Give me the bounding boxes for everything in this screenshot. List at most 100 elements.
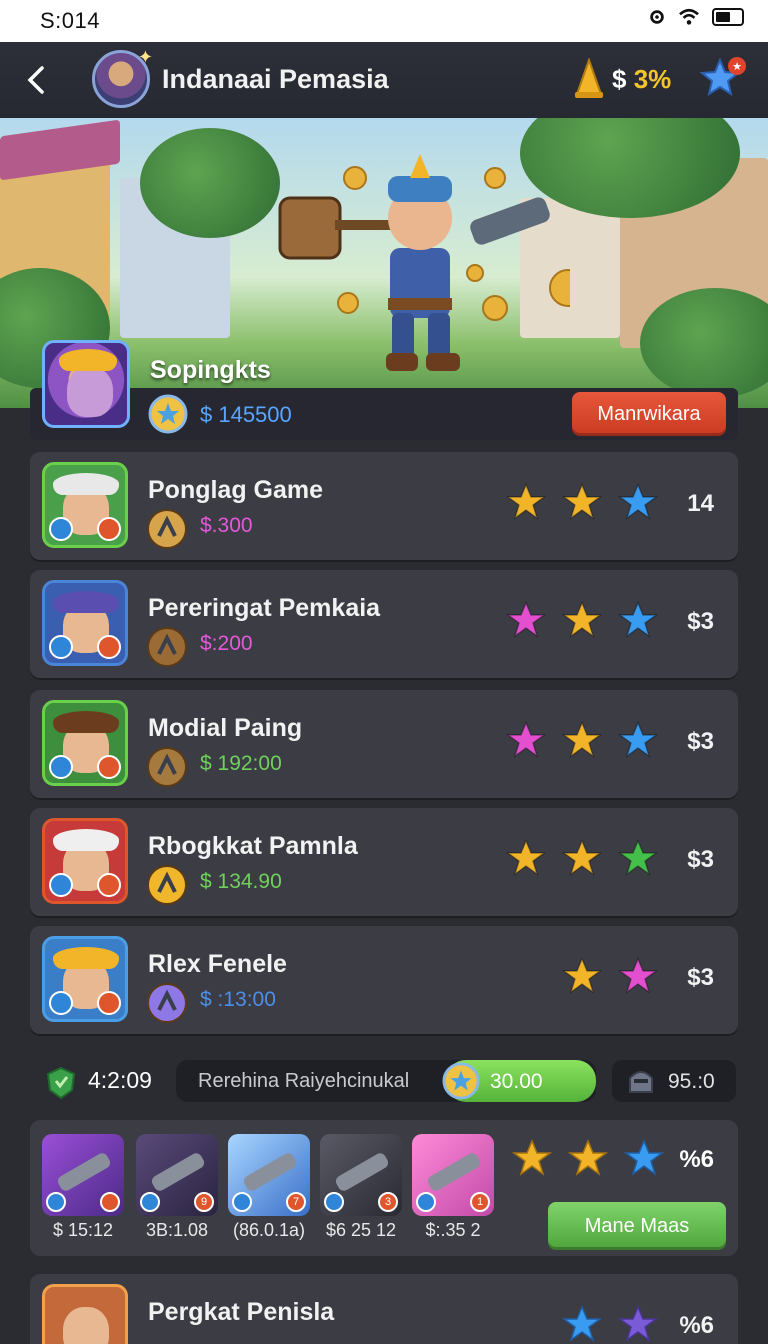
featured-amount: $ 145500 (200, 402, 292, 427)
item-name: Pereringat Pemkaia (148, 594, 381, 622)
settings-status-icon (650, 10, 664, 24)
blue-star-icon (624, 1139, 664, 1176)
player-avatar[interactable]: ✦ (92, 47, 153, 108)
item-price: $ :13:00 (200, 988, 276, 1011)
weapon-shape (333, 1151, 391, 1193)
item-name: Rbogkkat Pamnla (148, 832, 358, 860)
currency-display: $ 3% (612, 64, 671, 95)
featured-action-button[interactable]: Manrwikara (572, 392, 726, 436)
class-badge-icon (49, 755, 73, 779)
coin-icon (147, 865, 187, 905)
trophy-cone-icon (575, 58, 603, 98)
coin-icon (147, 627, 187, 667)
item-thumbnail[interactable]: $ 15:12 (42, 1134, 124, 1241)
status-bar: S:014 (0, 0, 768, 42)
rating-stars (506, 720, 658, 760)
top-header: ✦ Indanaai Pemasia $ 3% ★ (0, 42, 768, 118)
item-price: $.300 (200, 514, 253, 537)
item-value: 14 (687, 490, 714, 517)
gold-star-icon (506, 483, 546, 520)
sparkle-icon: ✦ (137, 47, 153, 67)
event-timer-bar: 4:2:09 Rerehina Raiyehcinukal 30.00 95.:… (30, 1058, 738, 1104)
coin-icon (147, 983, 187, 1023)
character-avatar (42, 936, 128, 1022)
class-badge-icon (232, 1192, 252, 1212)
item-value: %6 (679, 1312, 714, 1339)
hero-character-illustration (278, 154, 570, 371)
class-badge-icon (140, 1192, 160, 1212)
level-badge: 7 (286, 1192, 306, 1212)
progress-value: 30.00 (490, 1070, 543, 1093)
weapon-shape (425, 1151, 483, 1193)
rating-stars (562, 1304, 658, 1344)
skill-badge-icon (97, 517, 121, 541)
level-badge: 9 (194, 1192, 214, 1212)
status-time: S:014 (40, 8, 100, 33)
event-progress-bar: Rerehina Raiyehcinukal 30.00 (176, 1060, 596, 1102)
list-item[interactable]: Modial Paing $ 192:00 $3 (30, 690, 738, 798)
weapon-shape (55, 1151, 113, 1193)
character-avatar (42, 462, 128, 548)
page-title: Indanaai Pemasia (162, 64, 389, 94)
blue-star-icon (618, 483, 658, 520)
coin-icon (147, 747, 187, 787)
item-caption: 3B:1.08 (145, 1220, 209, 1240)
currency-symbol: $ (612, 64, 627, 94)
character-crown (59, 349, 117, 371)
stat-box: 95.:0 (612, 1060, 736, 1102)
list-item[interactable]: Pereringat Pemkaia $:200 $3 (30, 570, 738, 678)
stat-value: 95.:0 (668, 1070, 715, 1093)
item-thumbnail[interactable]: 1 $:.35 2 (412, 1134, 494, 1241)
featured-name: Sopingkts (150, 356, 271, 384)
item-price: $:200 (200, 632, 253, 655)
item-value: $3 (687, 728, 714, 755)
items-panel: $ 15:12 9 3B:1.08 7 (86.0.1a) 3 $6 25 12 (30, 1120, 738, 1256)
gold-star-icon (506, 839, 546, 876)
knight-helmet-icon (629, 1071, 653, 1093)
featured-avatar[interactable] (42, 340, 130, 428)
item-value: $3 (687, 846, 714, 873)
skill-badge-icon (97, 991, 121, 1015)
class-badge-icon (416, 1192, 436, 1212)
item-price: $ 192:00 (200, 752, 282, 775)
blue-star-icon (618, 601, 658, 638)
gold-star-icon (512, 1139, 552, 1176)
wifi-icon (679, 8, 699, 25)
item-thumbnail[interactable]: 3 $6 25 12 (320, 1134, 402, 1241)
item-name: Rlex Fenele (148, 950, 287, 978)
weapon-shape (149, 1151, 207, 1193)
weapon-image: 7 (228, 1134, 310, 1216)
item-value: $3 (687, 608, 714, 635)
back-arrow-icon[interactable] (20, 60, 56, 100)
item-thumbnail[interactable]: 7 (86.0.1a) (228, 1134, 310, 1241)
item-thumbnail[interactable]: 9 3B:1.08 (136, 1134, 218, 1241)
item-value: $3 (687, 964, 714, 991)
currency-value: 3% (633, 64, 672, 94)
list-item[interactable]: Ponglag Game $.300 14 (30, 452, 738, 560)
shield-icon (46, 1066, 76, 1100)
character-face (67, 367, 113, 417)
pink-star-icon (506, 601, 546, 638)
item-caption: $6 25 12 (325, 1220, 397, 1240)
list-item[interactable]: Rbogkkat Pamnla $ 134.90 $3 (30, 808, 738, 916)
skill-badge-icon (97, 873, 121, 897)
purple-star-icon (618, 1305, 658, 1342)
list-item[interactable]: Rlex Fenele $ :13:00 $3 (30, 926, 738, 1034)
skill-badge-icon (97, 635, 121, 659)
tree-illustration (140, 128, 280, 238)
rewards-star-icon[interactable]: ★ (700, 54, 748, 102)
coin-icon (147, 509, 187, 549)
items-action-button[interactable]: Mane Maas (548, 1202, 726, 1250)
list-item[interactable]: Pergkat Penisla %6 (30, 1274, 738, 1344)
character-avatar (42, 580, 128, 666)
class-badge-icon (49, 991, 73, 1015)
gold-coin-icon (442, 1062, 480, 1100)
gold-star-icon (568, 1139, 608, 1176)
blue-star-icon (618, 721, 658, 758)
gold-star-icon (562, 957, 602, 994)
character-avatar (42, 1284, 128, 1344)
character-face (63, 1307, 109, 1344)
event-label: Rerehina Raiyehcinukal (198, 1070, 410, 1092)
character-hat (53, 591, 119, 613)
class-badge-icon (49, 635, 73, 659)
